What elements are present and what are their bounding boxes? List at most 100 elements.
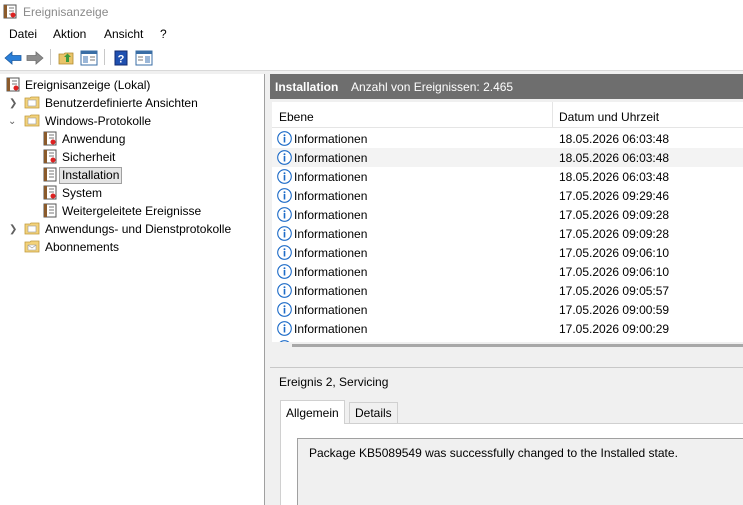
forward-button[interactable] — [25, 48, 45, 67]
svg-text:?: ? — [118, 53, 125, 65]
event-date: 17.05.2026 09:06:10 — [559, 246, 670, 260]
tree-item-label: Installation — [58, 167, 123, 184]
table-row[interactable]: Informationen 18.05.2026 06:03:48 — [272, 148, 743, 167]
tree-item-label: Windows-Protokolle — [45, 114, 152, 128]
event-level: Informationen — [294, 246, 368, 260]
info-icon — [277, 226, 292, 244]
help-button[interactable]: ? — [111, 48, 131, 67]
tree-item-label: Abonnements — [45, 240, 120, 254]
tree-item-application[interactable]: Anwendung — [43, 131, 127, 148]
log-icon — [43, 185, 57, 203]
table-row[interactable]: Informationen 17.05.2026 09:00:59 — [272, 300, 743, 319]
info-icon — [277, 131, 292, 149]
event-level: Informationen — [294, 265, 368, 279]
event-level: Informationen — [294, 303, 368, 317]
help-icon: ? — [114, 50, 128, 65]
event-viewer-app-icon — [3, 4, 17, 22]
event-level: Informationen — [294, 227, 368, 241]
event-list: Ebene Datum und Uhrzeit Informationen 18.… — [272, 102, 743, 349]
tree-item-forwarded[interactable]: Weitergeleitete Ereignisse — [43, 203, 203, 220]
event-detail-title: Ereignis 2, Servicing — [279, 375, 389, 389]
show-hide-tree-button[interactable] — [79, 48, 99, 67]
menu-help[interactable]: ? — [160, 27, 167, 41]
table-row[interactable]: Informationen 17.05.2026 09:09:28 — [272, 205, 743, 224]
chevron-down-icon[interactable]: ⌄ — [8, 116, 16, 127]
log-icon — [43, 167, 57, 185]
chevron-right-icon[interactable]: ❯ — [9, 98, 17, 109]
event-date: 17.05.2026 09:09:28 — [559, 208, 670, 222]
table-row[interactable]: Informationen 17.05.2026 09:06:10 — [272, 243, 743, 262]
tree-item-security[interactable]: Sicherheit — [43, 149, 117, 166]
menu-ansicht[interactable]: Ansicht — [104, 27, 143, 41]
table-row[interactable]: Informationen 17.05.2026 09:05:57 — [272, 281, 743, 300]
info-icon — [277, 302, 292, 320]
info-icon — [277, 245, 292, 263]
table-row[interactable]: Informationen 18.05.2026 06:03:48 — [272, 129, 743, 148]
log-icon — [43, 131, 57, 149]
up-button[interactable] — [56, 48, 76, 67]
table-row[interactable]: Informationen 18.05.2026 06:03:48 — [272, 167, 743, 186]
toolbar-separator — [104, 49, 105, 65]
log-title: Installation — [275, 80, 339, 94]
show-hide-action-pane-button[interactable] — [134, 48, 154, 67]
tree-item-windows-logs[interactable]: Windows-Protokolle — [24, 113, 153, 130]
event-level: Informationen — [294, 189, 368, 203]
tree-item-subscriptions[interactable]: Abonnements — [24, 239, 121, 256]
tree-item-apps-services[interactable]: Anwendungs- und Dienstprotokolle — [24, 221, 233, 238]
folder-icon — [24, 95, 40, 112]
info-icon — [277, 207, 292, 225]
up-folder-icon — [58, 52, 73, 65]
event-date: 17.05.2026 09:09:28 — [559, 227, 670, 241]
info-icon — [277, 150, 292, 168]
back-button[interactable] — [3, 48, 23, 67]
event-date: 17.05.2026 09:00:29 — [559, 322, 670, 336]
event-level: Informationen — [294, 132, 368, 146]
tree-item-root[interactable]: Ereignisanzeige (Lokal) — [6, 77, 152, 94]
tab-details[interactable]: Details — [349, 402, 398, 423]
table-row[interactable]: Informationen 17.05.2026 09:29:46 — [272, 186, 743, 205]
toolbar-separator — [50, 49, 51, 65]
info-icon — [277, 264, 292, 282]
tree-item-custom-views[interactable]: Benutzerdefinierte Ansichten — [24, 95, 200, 112]
menu-datei[interactable]: Datei — [9, 27, 37, 41]
log-icon — [43, 203, 57, 221]
back-arrow-icon — [4, 50, 22, 65]
tab-general[interactable]: Allgemein — [280, 400, 345, 424]
menu-aktion[interactable]: Aktion — [53, 27, 86, 41]
log-icon — [43, 149, 57, 167]
scrollbar-thumb[interactable] — [292, 344, 743, 347]
event-date: 18.05.2026 06:03:48 — [559, 170, 670, 184]
tree-item-system[interactable]: System — [43, 185, 104, 202]
forward-arrow-icon — [26, 50, 44, 65]
show-hide-action-pane-icon — [135, 50, 153, 65]
subscriptions-icon — [24, 239, 40, 256]
event-date: 18.05.2026 06:03:48 — [559, 132, 670, 146]
horizontal-scrollbar[interactable] — [272, 342, 743, 349]
event-level: Informationen — [294, 208, 368, 222]
tree-item-label: System — [62, 186, 103, 200]
tree-item-label: Anwendungs- und Dienstprotokolle — [45, 222, 232, 236]
menu-bar: Datei Aktion Ansicht ? — [0, 24, 743, 44]
tree-item-setup[interactable]: Installation — [41, 167, 123, 185]
tree-item-label: Benutzerdefinierte Ansichten — [45, 96, 198, 110]
table-row[interactable]: Informationen 17.05.2026 09:06:10 — [272, 262, 743, 281]
folder-open-icon — [24, 113, 40, 130]
event-date: 17.05.2026 09:29:46 — [559, 189, 670, 203]
content-pane: Installation Anzahl von Ereignissen: 2.4… — [270, 74, 743, 505]
table-row[interactable]: Informationen 17.05.2026 09:09:28 — [272, 224, 743, 243]
info-icon — [277, 169, 292, 187]
event-description-box[interactable]: Package KB5089549 was successfully chang… — [297, 438, 743, 505]
event-level: Informationen — [294, 284, 368, 298]
table-row[interactable]: Informationen 17.05.2026 09:00:29 — [272, 319, 743, 338]
event-date: 17.05.2026 09:05:57 — [559, 284, 670, 298]
event-level: Informationen — [294, 322, 368, 336]
column-header-date[interactable]: Datum und Uhrzeit — [559, 110, 659, 124]
info-icon — [277, 283, 292, 301]
detail-divider[interactable] — [270, 367, 743, 368]
chevron-right-icon[interactable]: ❯ — [9, 224, 17, 235]
event-date: 17.05.2026 09:00:59 — [559, 303, 670, 317]
column-header-level[interactable]: Ebene — [279, 110, 314, 124]
column-headers: Ebene Datum und Uhrzeit — [272, 102, 743, 128]
column-divider[interactable] — [552, 102, 553, 128]
event-date: 17.05.2026 09:06:10 — [559, 265, 670, 279]
